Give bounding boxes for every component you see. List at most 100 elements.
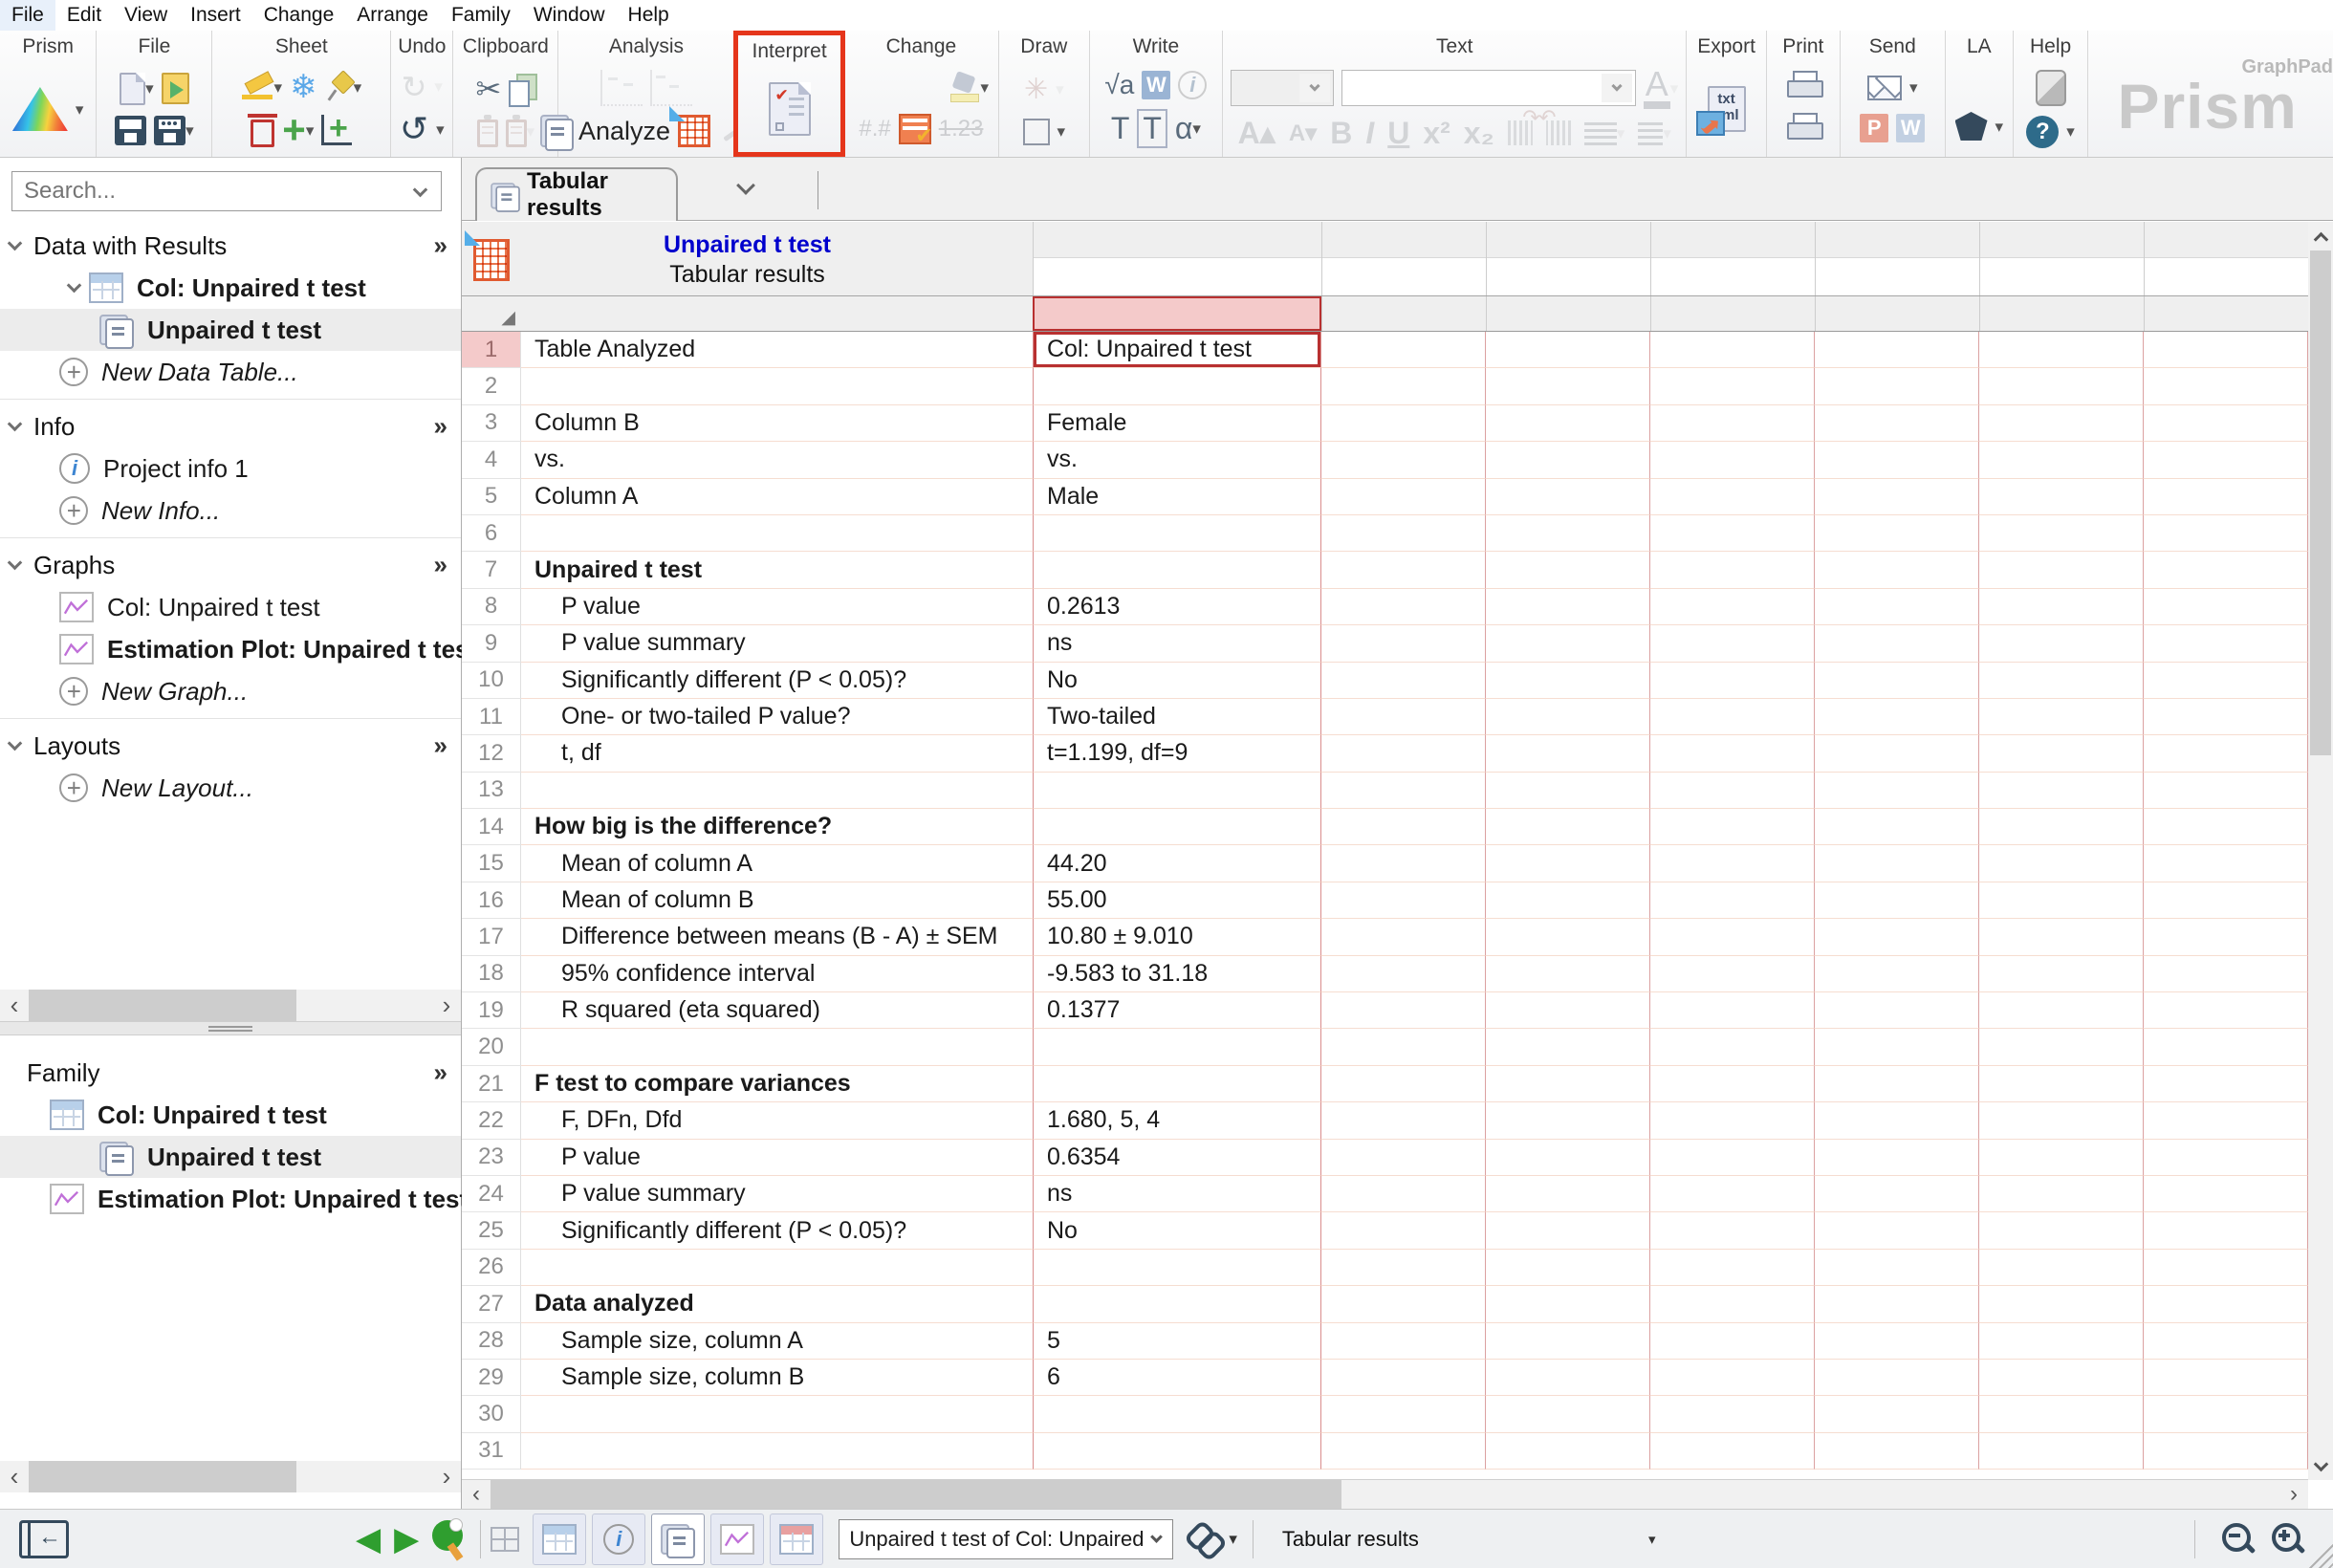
row-number[interactable]: 26 bbox=[462, 1249, 521, 1287]
empty-cell[interactable] bbox=[2144, 919, 2308, 956]
empty-cell[interactable] bbox=[1650, 588, 1815, 626]
empty-cell[interactable] bbox=[1650, 442, 1815, 479]
empty-cell[interactable] bbox=[1650, 992, 1815, 1030]
search-input[interactable] bbox=[12, 178, 415, 205]
underline-button[interactable]: U bbox=[1387, 116, 1409, 151]
empty-column-header[interactable] bbox=[1979, 222, 2144, 295]
greek-button[interactable]: α ▾ bbox=[1175, 111, 1201, 146]
row-value-cell[interactable]: 0.2613 bbox=[1033, 588, 1321, 626]
sidebar-item-project-info[interactable]: i Project info 1 bbox=[0, 447, 461, 490]
row-label-cell[interactable]: Data analyzed bbox=[521, 1286, 1033, 1323]
empty-cell[interactable] bbox=[1979, 442, 2144, 479]
empty-cell[interactable] bbox=[1486, 404, 1650, 443]
empty-cell[interactable] bbox=[1650, 1212, 1815, 1250]
empty-cell[interactable] bbox=[1650, 1249, 1815, 1287]
empty-cell[interactable] bbox=[1979, 919, 2144, 956]
empty-cell[interactable] bbox=[1650, 1432, 1815, 1470]
empty-cell[interactable] bbox=[2144, 1396, 2308, 1433]
row-value-cell[interactable] bbox=[1033, 809, 1321, 846]
empty-cell[interactable] bbox=[1815, 404, 1979, 443]
row-number[interactable]: 20 bbox=[462, 1029, 521, 1066]
empty-cell[interactable] bbox=[1815, 919, 1979, 956]
empty-cell[interactable] bbox=[1815, 698, 1979, 736]
empty-cell[interactable] bbox=[1815, 1396, 1979, 1433]
empty-cell[interactable] bbox=[1815, 662, 1979, 699]
font-size-select[interactable] bbox=[1231, 70, 1335, 106]
empty-cell[interactable] bbox=[2144, 1359, 2308, 1397]
row-value-cell[interactable]: 44.20 bbox=[1033, 845, 1321, 882]
row-label-cell[interactable]: P value summary bbox=[521, 1176, 1033, 1213]
italic-button[interactable]: I bbox=[1365, 116, 1374, 151]
row-label-cell[interactable] bbox=[521, 1396, 1033, 1433]
empty-cell[interactable] bbox=[1486, 1212, 1650, 1250]
empty-cell[interactable] bbox=[1650, 552, 1815, 589]
empty-cell[interactable] bbox=[1321, 809, 1486, 846]
row-label-cell[interactable]: R squared (eta squared) bbox=[521, 992, 1033, 1030]
row-label-cell[interactable]: t, df bbox=[521, 735, 1033, 773]
row-label-cell[interactable] bbox=[521, 368, 1033, 405]
empty-cell[interactable] bbox=[1650, 1102, 1815, 1140]
row-label-cell[interactable]: Difference between means (B - A) ± SEM bbox=[521, 919, 1033, 956]
empty-cell[interactable] bbox=[1321, 992, 1486, 1030]
label-column-header[interactable] bbox=[521, 296, 1033, 331]
pin-sheet-button[interactable]: ▾ bbox=[325, 72, 362, 102]
row-value-cell[interactable]: No bbox=[1033, 1212, 1321, 1250]
row-number[interactable]: 15 bbox=[462, 845, 521, 882]
row-label-cell[interactable]: P value summary bbox=[521, 625, 1033, 663]
row-value-cell[interactable]: vs. bbox=[1033, 442, 1321, 479]
row-value-cell[interactable]: Male bbox=[1033, 478, 1321, 515]
row-label-cell[interactable]: Table Analyzed bbox=[521, 332, 1033, 369]
row-label-cell[interactable] bbox=[521, 773, 1033, 810]
format-fill-button[interactable]: ▾ bbox=[948, 74, 989, 102]
tab-list-chevron-icon[interactable] bbox=[736, 176, 755, 195]
row-label-cell[interactable]: F test to compare variances bbox=[521, 1066, 1033, 1103]
horizontal-scrollbar[interactable]: ‹ › bbox=[462, 1480, 2308, 1509]
gallery-zoom-icon[interactable] bbox=[432, 1517, 470, 1558]
empty-cell[interactable] bbox=[2144, 1175, 2308, 1213]
text-tool-button[interactable]: T bbox=[1111, 111, 1130, 146]
align-button[interactable]: ▾ bbox=[1583, 120, 1624, 145]
row-value-cell[interactable]: 0.6354 bbox=[1033, 1139, 1321, 1176]
empty-cell[interactable] bbox=[2144, 478, 2308, 515]
empty-cell[interactable] bbox=[1486, 882, 1650, 920]
highlight-sheet-button[interactable]: ▾ bbox=[241, 75, 282, 100]
row-number[interactable]: 11 bbox=[462, 698, 521, 736]
row-label-cell[interactable]: Sample size, column B bbox=[521, 1360, 1033, 1397]
empty-cell[interactable] bbox=[2144, 772, 2308, 810]
empty-cell[interactable] bbox=[1321, 1322, 1486, 1360]
family-item-estimation-plot[interactable]: Estimation Plot: Unpaired t test of bbox=[0, 1178, 498, 1220]
row-number[interactable]: 1 bbox=[462, 332, 521, 369]
row-value-cell[interactable]: t=1.199, df=9 bbox=[1033, 735, 1321, 773]
empty-cell[interactable] bbox=[2144, 368, 2308, 405]
empty-cell[interactable] bbox=[1321, 662, 1486, 699]
empty-cell[interactable] bbox=[1979, 1249, 2144, 1287]
menu-arrange[interactable]: Arrange bbox=[345, 0, 440, 31]
row-label-cell[interactable]: How big is the difference? bbox=[521, 809, 1033, 846]
empty-cell[interactable] bbox=[1815, 1029, 1979, 1066]
empty-cell[interactable] bbox=[1979, 772, 2144, 810]
empty-cell[interactable] bbox=[2144, 625, 2308, 663]
empty-cell[interactable] bbox=[1979, 625, 2144, 663]
new-file-button[interactable]: ▾ bbox=[120, 72, 154, 105]
empty-cell[interactable] bbox=[1979, 588, 2144, 626]
paste-special-button[interactable]: ▾ bbox=[505, 115, 534, 148]
empty-cell[interactable] bbox=[1321, 368, 1486, 405]
row-number[interactable]: 3 bbox=[462, 404, 521, 443]
empty-cell[interactable] bbox=[1815, 809, 1979, 846]
empty-cell[interactable] bbox=[1979, 478, 2144, 515]
empty-cell[interactable] bbox=[1486, 735, 1650, 773]
row-number[interactable]: 7 bbox=[462, 552, 521, 589]
empty-cell[interactable] bbox=[1979, 955, 2144, 993]
row-label-cell[interactable]: Unpaired t test bbox=[521, 552, 1033, 589]
section-expand-icon[interactable]: » bbox=[434, 412, 447, 442]
collapse-icon[interactable] bbox=[7, 416, 23, 431]
row-value-cell[interactable] bbox=[1033, 514, 1321, 553]
empty-cell[interactable] bbox=[1650, 1029, 1815, 1066]
empty-cell[interactable] bbox=[1815, 1286, 1979, 1323]
empty-cell[interactable] bbox=[1321, 1212, 1486, 1250]
copy-button[interactable] bbox=[509, 73, 538, 107]
delete-sheet-button[interactable] bbox=[248, 113, 278, 147]
row-value-cell[interactable]: Female bbox=[1033, 404, 1321, 443]
empty-cell[interactable] bbox=[1321, 1432, 1486, 1470]
empty-cell[interactable] bbox=[1650, 955, 1815, 993]
